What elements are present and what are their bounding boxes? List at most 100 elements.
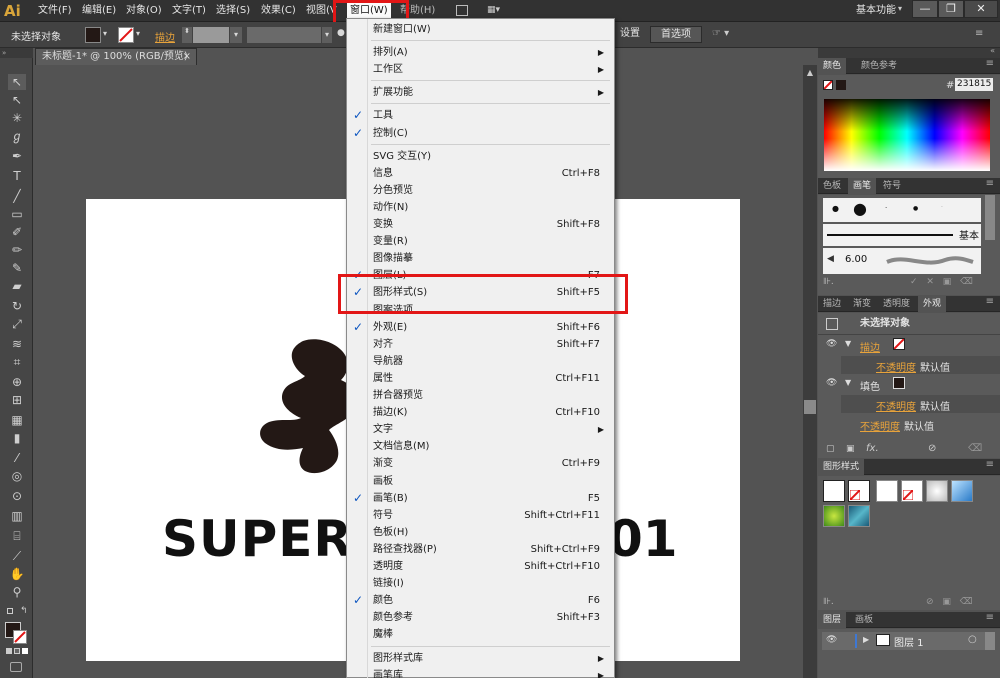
window-menu-item[interactable]: 符号 Shift+Ctrl+F11 xyxy=(373,507,604,524)
panel-menu-icon[interactable]: ≡ xyxy=(975,28,983,39)
stroke-swatch[interactable] xyxy=(823,80,833,90)
blob-brush-icon[interactable]: ✎ xyxy=(8,260,26,276)
symbol-sprayer-icon[interactable]: ⊙ xyxy=(8,488,26,504)
tab-artboards[interactable]: 画板 xyxy=(850,612,878,628)
chevron-down-icon[interactable]: ▾ xyxy=(136,29,140,38)
chevron-down-icon[interactable]: ▼ xyxy=(845,339,851,348)
gradient-mode-icon[interactable] xyxy=(14,648,20,654)
hand-icon[interactable]: ✋ xyxy=(8,566,26,582)
document-tab[interactable]: 未标题-1* @ 100% (RGB/预览) × xyxy=(35,48,197,65)
minimize-button[interactable]: — xyxy=(912,0,938,18)
direct-selection-icon[interactable]: ↖ xyxy=(8,92,26,108)
fill-swatch[interactable] xyxy=(85,27,101,43)
window-menu-item[interactable]: ✓ 颜色 F6 xyxy=(353,592,604,609)
free-transform-icon[interactable]: ⌗ xyxy=(8,354,26,370)
mesh-icon[interactable]: ▦ xyxy=(8,412,26,428)
style-none-red[interactable] xyxy=(901,480,923,502)
artboard-icon[interactable]: ⌸ xyxy=(8,528,26,544)
style-teal-pattern[interactable] xyxy=(848,505,870,527)
brushes-scroll-thumb[interactable] xyxy=(985,195,995,240)
fx-icon[interactable]: fx. xyxy=(866,443,879,454)
delete-icon[interactable]: ⌫ xyxy=(968,443,982,454)
scroll-thumb[interactable] xyxy=(804,400,816,414)
window-menu-item[interactable]: ✓ 画笔(B) F5 xyxy=(353,490,604,507)
window-menu-item[interactable]: 渐变 Ctrl+F9 xyxy=(373,455,604,472)
brush-tips[interactable]: ● ● · ● · xyxy=(823,198,981,222)
window-menu-item[interactable]: 路径查找器(P) Shift+Ctrl+F9 xyxy=(373,541,604,558)
brush-actions-icon[interactable]: ✓ ✕ ▣ ⌫ xyxy=(910,277,973,287)
window-menu-item[interactable]: 扩展功能 ▶ xyxy=(373,84,604,101)
brush-tip-3[interactable]: · xyxy=(885,204,887,212)
rotate-icon[interactable]: ↻ xyxy=(8,298,26,314)
window-menu-item[interactable]: 图形样式库 ▶ xyxy=(373,650,604,667)
tab-transparency[interactable]: 透明度 xyxy=(878,296,915,312)
tab-swatches[interactable]: 色板 xyxy=(818,178,846,194)
fill-swatch[interactable] xyxy=(836,80,846,90)
window-menu-item[interactable]: 变换 Shift+F8 xyxy=(373,216,604,233)
target-icon[interactable]: ○ xyxy=(968,634,977,645)
window-menu-item[interactable]: 信息 Ctrl+F8 xyxy=(373,165,604,182)
appearance-opacity-3[interactable]: 不透明度 xyxy=(860,418,900,433)
fill-swatch[interactable] xyxy=(893,377,905,389)
window-menu-item[interactable]: 工作区 ▶ xyxy=(373,61,604,78)
vertical-scrollbar[interactable] xyxy=(803,65,817,678)
profile-select[interactable] xyxy=(247,27,321,43)
swap-icon[interactable]: ↰ xyxy=(20,606,28,616)
stroke-swatch[interactable] xyxy=(13,630,27,644)
style-green-pattern[interactable] xyxy=(823,505,845,527)
brush-library-icon[interactable]: ⊪. xyxy=(823,277,834,287)
style-white[interactable] xyxy=(876,480,898,502)
brush-tip-5[interactable]: · xyxy=(941,204,943,211)
eyedropper-icon[interactable]: ⁄ xyxy=(8,450,26,466)
line-icon[interactable]: ╱ xyxy=(8,188,26,204)
window-menu-item[interactable]: ✓ 外观(E) Shift+F6 xyxy=(353,319,604,336)
blend-icon[interactable]: ◎ xyxy=(8,468,26,484)
window-menu-item[interactable]: 排列(A) ▶ xyxy=(373,44,604,61)
layers-scroll-thumb[interactable] xyxy=(985,632,995,650)
stroke-label[interactable]: 描边 xyxy=(155,29,175,44)
artwork-text-right[interactable]: 01 xyxy=(608,510,678,568)
window-menu-item[interactable]: 透明度 Shift+Ctrl+F10 xyxy=(373,558,604,575)
shape-builder-icon[interactable]: ⊕ xyxy=(8,374,26,390)
document-setup-button[interactable]: 设置 xyxy=(614,26,646,43)
gradient-icon[interactable]: ▮ xyxy=(8,430,26,446)
window-menu-item[interactable]: 动作(N) xyxy=(373,199,604,216)
stroke-swatch[interactable] xyxy=(118,27,134,43)
column-graph-icon[interactable]: ▥ xyxy=(8,508,26,524)
tab-symbols[interactable]: 符号 xyxy=(878,178,906,194)
window-menu-item[interactable]: 对齐 Shift+F7 xyxy=(373,336,604,353)
window-menu-item[interactable]: 新建窗口(W) xyxy=(373,21,604,38)
scroll-up-icon[interactable]: ▲ xyxy=(804,68,816,78)
tab-color[interactable]: 颜色 xyxy=(818,58,847,74)
window-menu-item[interactable]: 文字 ▶ xyxy=(373,421,604,438)
window-menu-item[interactable]: 属性 Ctrl+F11 xyxy=(373,370,604,387)
collapse-icon[interactable]: » xyxy=(0,48,33,58)
collapse-icon[interactable]: « xyxy=(990,46,995,55)
menu-file[interactable]: 文件(F) xyxy=(38,0,72,22)
stroke-weight-field[interactable] xyxy=(193,27,229,43)
eraser-icon[interactable]: ▰ xyxy=(8,278,26,294)
window-menu-item[interactable]: 链接(I) xyxy=(373,575,604,592)
magic-wand-icon[interactable]: ✳ xyxy=(8,110,26,126)
clear-icon[interactable]: ⊘ xyxy=(928,443,936,454)
window-menu-item[interactable]: 颜色参考 Shift+F3 xyxy=(373,609,604,626)
style-blue-glow[interactable] xyxy=(951,480,973,502)
window-menu-item[interactable]: 导航器 xyxy=(373,353,604,370)
window-menu-item[interactable]: 描边(K) Ctrl+F10 xyxy=(373,404,604,421)
slice-icon[interactable]: ⟋ xyxy=(8,548,26,564)
panel-menu-icon[interactable]: ≡ xyxy=(986,459,994,470)
chevron-down-icon[interactable]: ▾ xyxy=(898,4,902,13)
tab-gradient[interactable]: 渐变 xyxy=(848,296,876,312)
window-menu-item[interactable]: 变量(R) xyxy=(373,233,604,250)
stroke-swatch[interactable] xyxy=(893,338,905,350)
panel-menu-icon[interactable]: ≡ xyxy=(986,296,994,307)
lasso-icon[interactable]: ℊ xyxy=(8,128,26,144)
none-mode-icon[interactable] xyxy=(22,648,28,654)
brush-artistic[interactable]: ◀ 6.00 xyxy=(823,248,981,274)
style-none-stroke[interactable] xyxy=(848,480,870,502)
stepper-icon[interactable]: ⬍ xyxy=(182,27,192,43)
drawing-mode-icon[interactable] xyxy=(10,662,22,672)
menu-select[interactable]: 选择(S) xyxy=(216,0,250,22)
eye-icon[interactable]: 👁 xyxy=(826,378,837,388)
arrange-docs-icon[interactable]: ▦▾ xyxy=(487,5,505,16)
